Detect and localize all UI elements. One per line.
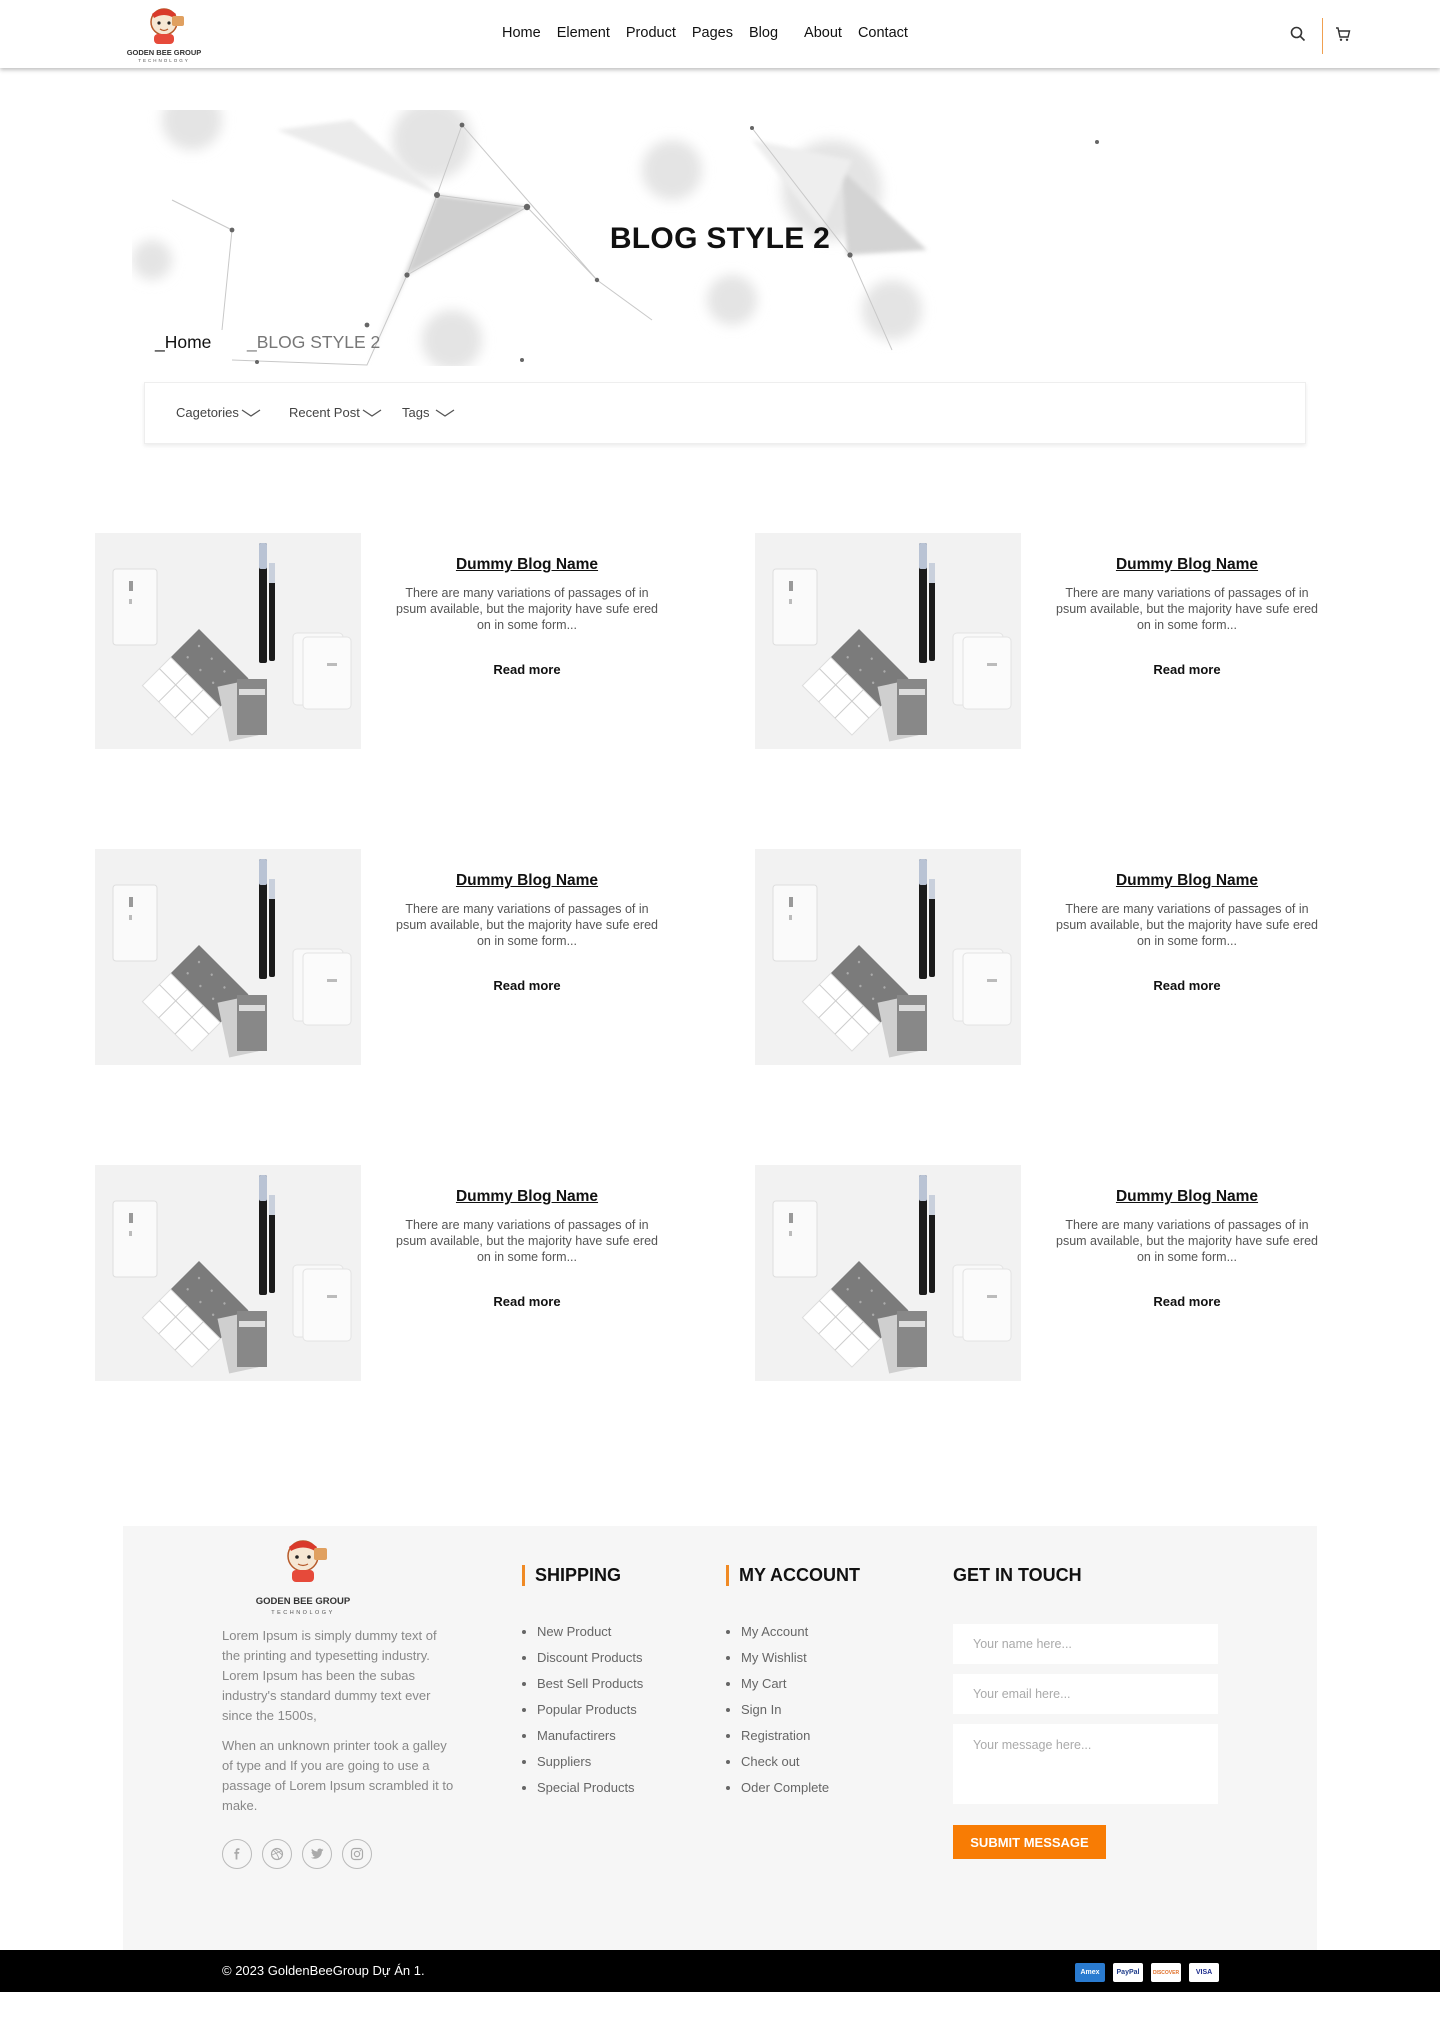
footer-heading-shipping: SHIPPING	[522, 1565, 621, 1586]
brand-name: GODEN BEE GROUP	[126, 48, 202, 57]
footer-link-my-cart[interactable]: My Cart	[726, 1674, 829, 1700]
blog-card-excerpt: There are many variations of passages of…	[1056, 1218, 1318, 1264]
discover-icon: DISCOVER	[1151, 1963, 1181, 1982]
header-actions	[1290, 18, 1351, 54]
read-more-link[interactable]: Read more	[389, 978, 665, 993]
footer-link-special-products[interactable]: Special Products	[522, 1778, 643, 1804]
blog-card-image[interactable]	[755, 849, 1021, 1065]
read-more-link[interactable]: Read more	[1049, 978, 1325, 993]
footer-shipping-list: New Product Discount Products Best Sell …	[522, 1622, 643, 1804]
dribbble-icon[interactable]	[262, 1839, 292, 1869]
blog-card-image[interactable]	[95, 533, 361, 749]
amex-icon: Amex	[1075, 1963, 1105, 1982]
nav-item-product[interactable]: Product	[626, 25, 676, 41]
paypal-icon: PayPal	[1113, 1963, 1143, 1982]
blog-card-image[interactable]	[755, 533, 1021, 749]
blog-card-title[interactable]: Dummy Blog Name	[389, 872, 665, 890]
bottom-bar: © 2023 GoldenBeeGroup Dự Án 1. Amex PayP…	[0, 1950, 1440, 1992]
payment-methods: Amex PayPal DISCOVER VISA	[1075, 1963, 1227, 1982]
filter-recent-post[interactable]: Recent Post	[289, 405, 382, 420]
footer-link-sign-in[interactable]: Sign In	[726, 1700, 829, 1726]
footer-link-best-sell-products[interactable]: Best Sell Products	[522, 1674, 643, 1700]
blog-card-excerpt: There are many variations of passages of…	[396, 902, 658, 948]
read-more-link[interactable]: Read more	[1049, 1294, 1325, 1309]
visa-icon: VISA	[1189, 1963, 1219, 1982]
read-more-link[interactable]: Read more	[1049, 662, 1325, 677]
blog-card-title[interactable]: Dummy Blog Name	[389, 1188, 665, 1206]
footer-link-my-account[interactable]: My Account	[726, 1622, 829, 1648]
contact-email-field[interactable]	[953, 1674, 1218, 1714]
filter-tags-label: Tags	[402, 405, 430, 420]
blog-card-image[interactable]	[95, 849, 361, 1065]
instagram-icon[interactable]	[342, 1839, 372, 1869]
footer-brand-name: GODEN BEE GROUP	[255, 1596, 351, 1607]
nav-item-contact[interactable]: Contact	[858, 25, 908, 41]
blog-card-image[interactable]	[95, 1165, 361, 1381]
brand-tagline: TECHNOLOGY	[138, 58, 190, 63]
twitter-icon[interactable]	[302, 1839, 332, 1869]
page-hero: BLOG STYLE 2 _Home _BLOG STYLE 2	[132, 110, 1308, 366]
search-icon[interactable]	[1290, 26, 1306, 47]
blog-card-excerpt: There are many variations of passages of…	[1056, 902, 1318, 948]
blog-card-title[interactable]: Dummy Blog Name	[1049, 872, 1325, 890]
chevron-down-icon	[362, 408, 382, 417]
footer-link-check-out[interactable]: Check out	[726, 1752, 829, 1778]
contact-message-field[interactable]	[953, 1724, 1218, 1804]
footer-link-registration[interactable]: Registration	[726, 1726, 829, 1752]
brand-logo[interactable]: GODEN BEE GROUP TECHNOLOGY	[124, 2, 204, 66]
footer-heading-get-in-touch: GET IN TOUCH	[953, 1565, 1082, 1585]
nav-item-element[interactable]: Element	[557, 25, 610, 41]
blog-card-image[interactable]	[755, 1165, 1021, 1381]
blog-card-title[interactable]: Dummy Blog Name	[1049, 1188, 1325, 1206]
footer-link-suppliers[interactable]: Suppliers	[522, 1752, 643, 1778]
filter-recent-post-label: Recent Post	[289, 405, 360, 420]
footer-heading-my-account: MY ACCOUNT	[726, 1565, 860, 1586]
header-divider	[1322, 18, 1323, 54]
read-more-link[interactable]: Read more	[389, 662, 665, 677]
cart-icon[interactable]	[1335, 26, 1351, 47]
footer-link-discount-products[interactable]: Discount Products	[522, 1648, 643, 1674]
read-more-link[interactable]: Read more	[389, 1294, 665, 1309]
nav-item-about[interactable]: About	[804, 25, 842, 41]
footer-link-popular-products[interactable]: Popular Products	[522, 1700, 643, 1726]
blog-card-title[interactable]: Dummy Blog Name	[389, 556, 665, 574]
footer-link-my-wishlist[interactable]: My Wishlist	[726, 1648, 829, 1674]
filter-tags[interactable]: Tags	[402, 405, 455, 420]
nav-item-pages[interactable]: Pages	[692, 25, 733, 41]
footer-link-order-complete[interactable]: Oder Complete	[726, 1778, 829, 1804]
main-nav: Home Element Product Pages Blog About Co…	[502, 25, 924, 41]
filter-bar: Cagetories Recent Post Tags	[144, 382, 1306, 444]
filter-categories[interactable]: Cagetories	[176, 405, 261, 420]
footer-brand-tagline: TECHNOLOGY	[271, 1610, 335, 1616]
footer-about-text-1: Lorem Ipsum is simply dummy text of the …	[222, 1628, 437, 1723]
blog-card-title[interactable]: Dummy Blog Name	[1049, 556, 1325, 574]
footer-logo[interactable]: GODEN BEE GROUP TECHNOLOGY	[256, 1532, 350, 1618]
site-header: GODEN BEE GROUP TECHNOLOGY Home Element …	[0, 0, 1440, 68]
contact-name-field[interactable]	[953, 1624, 1218, 1664]
footer-link-manufacturers[interactable]: Manufactirers	[522, 1726, 643, 1752]
blog-card-excerpt: There are many variations of passages of…	[396, 586, 658, 632]
breadcrumb-current: _BLOG STYLE 2	[247, 332, 381, 352]
footer-account-list: My Account My Wishlist My Cart Sign In R…	[726, 1622, 829, 1804]
breadcrumb-home[interactable]: _Home	[155, 332, 211, 353]
chevron-down-icon	[436, 408, 455, 417]
blog-card-excerpt: There are many variations of passages of…	[1056, 586, 1318, 632]
footer-about-text-2: When an unknown printer took a galley of…	[222, 1738, 454, 1813]
chevron-down-icon	[241, 408, 261, 417]
filter-categories-label: Cagetories	[176, 405, 239, 420]
facebook-icon[interactable]	[222, 1839, 252, 1869]
page-title: BLOG STYLE 2	[609, 222, 831, 255]
submit-message-button[interactable]: SUBMIT MESSAGE	[953, 1825, 1106, 1859]
nav-item-home[interactable]: Home	[502, 25, 541, 41]
nav-item-blog[interactable]: Blog	[749, 25, 778, 41]
footer-link-new-product[interactable]: New Product	[522, 1622, 643, 1648]
blog-card-excerpt: There are many variations of passages of…	[396, 1218, 658, 1264]
copyright-text: © 2023 GoldenBeeGroup Dự Án 1.	[222, 1963, 425, 1978]
